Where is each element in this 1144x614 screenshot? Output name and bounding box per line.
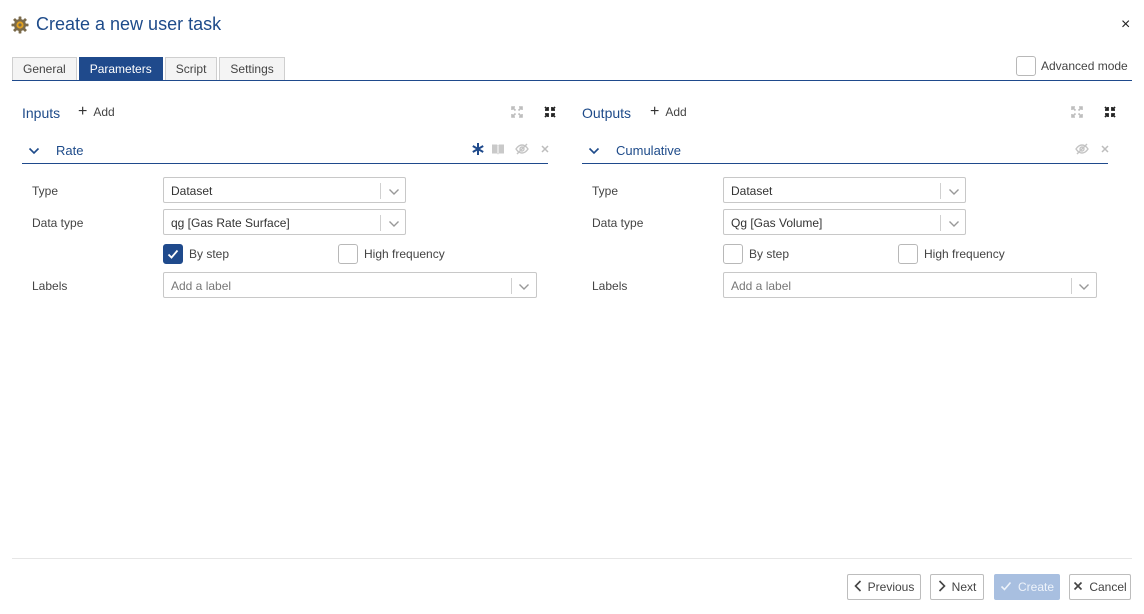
output-item-header[interactable]: Cumulative <box>582 138 1109 164</box>
chevron-left-icon <box>854 579 862 595</box>
type-select[interactable]: Dataset <box>723 177 966 203</box>
high-frequency-checkbox[interactable] <box>338 244 358 264</box>
labels-label: Labels <box>32 279 68 293</box>
collapse-all-icon[interactable] <box>1104 106 1116 118</box>
eye-hidden-icon[interactable] <box>1075 142 1089 156</box>
tab-bar: General Parameters Script Settings <box>12 57 287 81</box>
close-icon <box>1073 580 1083 594</box>
footer-divider <box>12 558 1132 559</box>
remove-icon[interactable] <box>538 142 552 156</box>
input-item-name: Rate <box>56 143 84 158</box>
select-separator <box>940 183 941 199</box>
labels-placeholder: Add a label <box>731 279 792 293</box>
chevron-down-icon[interactable] <box>388 186 400 196</box>
chevron-down-icon[interactable] <box>948 186 960 196</box>
chevron-down-icon[interactable] <box>948 218 960 228</box>
select-separator <box>380 215 381 231</box>
output-item-name: Cumulative <box>616 143 682 158</box>
advanced-mode-checkbox[interactable] <box>1016 56 1036 76</box>
advanced-mode-toggle[interactable]: Advanced mode <box>1016 56 1128 76</box>
chevron-down-icon[interactable] <box>388 218 400 228</box>
check-icon <box>1000 580 1012 595</box>
outputs-header: Outputs + Add <box>582 100 1118 126</box>
select-separator <box>940 215 941 231</box>
select-separator <box>1071 278 1072 294</box>
book-icon[interactable] <box>491 142 505 156</box>
required-asterisk-icon[interactable] <box>471 142 485 156</box>
high-frequency-option[interactable]: High frequency <box>898 244 1005 264</box>
data-type-label: Data type <box>592 216 644 230</box>
high-frequency-label: High frequency <box>364 247 445 261</box>
labels-placeholder: Add a label <box>171 279 232 293</box>
data-type-select-value: qg [Gas Rate Surface] <box>171 216 290 230</box>
expand-all-icon[interactable] <box>511 106 523 118</box>
by-step-label: By step <box>749 247 790 261</box>
dialog-header: Create a new user task × <box>0 0 1144 50</box>
type-select-value: Dataset <box>731 184 773 198</box>
tab-script[interactable]: Script <box>164 57 218 81</box>
labels-input[interactable]: Add a label <box>723 272 1097 298</box>
tab-general[interactable]: General <box>12 57 77 81</box>
previous-label: Previous <box>867 580 915 594</box>
tab-parameters[interactable]: Parameters <box>78 57 163 81</box>
type-select-value: Dataset <box>171 184 213 198</box>
create-button[interactable]: Create <box>994 574 1060 600</box>
outputs-title: Outputs <box>582 105 632 121</box>
inputs-header: Inputs + Add <box>22 100 558 126</box>
data-type-label: Data type <box>32 216 84 230</box>
high-frequency-label: High frequency <box>924 247 1005 261</box>
high-frequency-option[interactable]: High frequency <box>338 244 445 264</box>
chevron-right-icon <box>938 579 946 595</box>
add-input-label: Add <box>93 105 115 119</box>
gear-icon <box>11 16 29 34</box>
chevron-down-icon[interactable] <box>588 145 600 157</box>
by-step-label: By step <box>189 247 230 261</box>
create-label: Create <box>1017 580 1055 594</box>
dialog-title: Create a new user task <box>36 14 222 34</box>
expand-all-icon[interactable] <box>1071 106 1083 118</box>
collapse-all-icon[interactable] <box>544 106 556 118</box>
add-output-label: Add <box>665 105 687 119</box>
next-label: Next <box>951 580 977 594</box>
data-type-select[interactable]: Qg [Gas Volume] <box>723 209 966 235</box>
select-separator <box>380 183 381 199</box>
remove-icon[interactable] <box>1098 142 1112 156</box>
close-icon[interactable]: × <box>1121 17 1130 33</box>
select-separator <box>511 278 512 294</box>
chevron-down-icon[interactable] <box>1078 281 1090 291</box>
inputs-title: Inputs <box>22 105 61 121</box>
data-type-select[interactable]: qg [Gas Rate Surface] <box>163 209 406 235</box>
eye-hidden-icon[interactable] <box>515 142 529 156</box>
inputs-panel: Inputs + Add Rate Type Dataset Data type… <box>22 100 556 300</box>
plus-icon: + <box>650 103 660 120</box>
cancel-label: Cancel <box>1089 580 1127 594</box>
chevron-down-icon[interactable] <box>28 145 40 157</box>
type-select[interactable]: Dataset <box>163 177 406 203</box>
by-step-checkbox[interactable] <box>163 244 183 264</box>
by-step-option[interactable]: By step <box>163 244 229 264</box>
tab-divider <box>12 80 1132 81</box>
by-step-checkbox[interactable] <box>723 244 743 264</box>
tab-settings[interactable]: Settings <box>219 57 285 81</box>
data-type-select-value: Qg [Gas Volume] <box>731 216 823 230</box>
plus-icon: + <box>78 103 88 120</box>
type-label: Type <box>32 184 59 198</box>
labels-label: Labels <box>592 279 628 293</box>
labels-input[interactable]: Add a label <box>163 272 537 298</box>
high-frequency-checkbox[interactable] <box>898 244 918 264</box>
type-label: Type <box>592 184 619 198</box>
add-input-button[interactable]: + Add <box>78 103 115 120</box>
cancel-button[interactable]: Cancel <box>1069 574 1131 600</box>
advanced-mode-label: Advanced mode <box>1041 59 1128 73</box>
next-button[interactable]: Next <box>930 574 984 600</box>
input-item-header[interactable]: Rate <box>22 138 549 164</box>
add-output-button[interactable]: + Add <box>650 103 687 120</box>
previous-button[interactable]: Previous <box>847 574 921 600</box>
outputs-panel: Outputs + Add Cumulative Type Dataset Da… <box>582 100 1116 300</box>
by-step-option[interactable]: By step <box>723 244 789 264</box>
chevron-down-icon[interactable] <box>518 281 530 291</box>
